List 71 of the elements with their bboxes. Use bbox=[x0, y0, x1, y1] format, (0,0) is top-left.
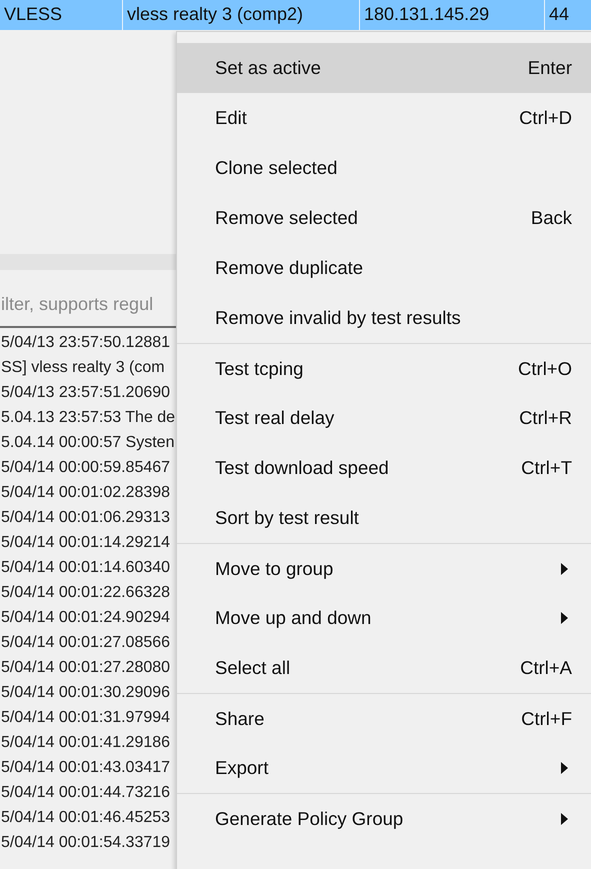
menu-item[interactable]: Move to group bbox=[177, 543, 591, 593]
menu-item[interactable]: Select all Ctrl+A bbox=[177, 643, 591, 693]
menu-item-label: Remove duplicate bbox=[215, 256, 364, 280]
log-line: SS] vless realty 3 (com bbox=[0, 358, 166, 378]
shortcut-label: Back bbox=[530, 206, 572, 230]
log-line: 5/04/14 00:01:43.03417 bbox=[0, 758, 172, 778]
menu-item-label: Test download speed bbox=[215, 456, 389, 480]
menu-item-label: Move up and down bbox=[215, 606, 372, 630]
menu-item-label: Set as active bbox=[215, 56, 321, 80]
log-line: 5/04/14 00:01:27.28080 bbox=[0, 658, 172, 678]
menu-item-label: Test tcping bbox=[215, 356, 304, 381]
table-cell: 180.131.145.29 bbox=[360, 0, 545, 30]
menu-item[interactable]: Test download speed Ctrl+T bbox=[177, 443, 591, 493]
log-line: 5/04/14 00:01:22.66328 bbox=[0, 583, 172, 603]
menu-item-label: Clone selected bbox=[215, 156, 338, 180]
log-line: 5/04/14 00:01:41.29186 bbox=[0, 733, 172, 753]
shortcut-label: Ctrl+A bbox=[520, 656, 572, 680]
submenu-arrow-icon bbox=[560, 761, 569, 775]
shortcut-label: Ctrl+D bbox=[519, 106, 572, 130]
log-line: 5/04/14 00:01:30.29096 bbox=[0, 683, 172, 703]
menu-item[interactable]: Move up and down bbox=[177, 593, 591, 643]
menu-item-label: Test real delay bbox=[215, 406, 334, 430]
splitter-bar[interactable] bbox=[0, 254, 176, 270]
menu-item[interactable]: Export bbox=[177, 743, 591, 793]
menu-item[interactable]: Remove selected Back bbox=[177, 193, 591, 243]
menu-item[interactable]: Set as active Enter bbox=[177, 43, 591, 93]
menu-item-label: Edit bbox=[215, 106, 247, 130]
table-cell: VLESS bbox=[0, 0, 123, 30]
log-line: 5/04/14 00:01:02.28398 bbox=[0, 483, 172, 503]
filter-field[interactable]: ilter, supports regul bbox=[0, 291, 176, 318]
menu-item[interactable]: Test real delay Ctrl+R bbox=[177, 393, 591, 443]
menu-item-label: Generate Policy Group bbox=[215, 806, 404, 831]
submenu-arrow-icon bbox=[560, 611, 569, 625]
menu-item[interactable]: Test tcping Ctrl+O bbox=[177, 343, 591, 393]
log-line: 5/04/14 00:01:14.60340 bbox=[0, 558, 172, 578]
menu-item[interactable]: Remove invalid by test results bbox=[177, 293, 591, 343]
menu-item-label: Select all bbox=[215, 656, 290, 680]
menu-item[interactable]: Share Ctrl+F bbox=[177, 693, 591, 743]
log-line: 5/04/13 23:57:50.12881 bbox=[0, 333, 172, 353]
menu-item-label: Sort by test result bbox=[215, 506, 359, 530]
menu-item-label: Move to group bbox=[215, 556, 334, 581]
menu-item-label: Remove invalid by test results bbox=[215, 306, 461, 330]
log-line: 5/04/14 00:01:06.29313 bbox=[0, 508, 172, 528]
log-line: 5.04.14 00:00:57 Systen bbox=[0, 433, 176, 453]
menu-item[interactable]: Sort by test result bbox=[177, 493, 591, 543]
shortcut-label: Enter bbox=[528, 56, 572, 80]
log-line: 5/04/14 00:01:46.45253 bbox=[0, 808, 172, 828]
menu-item[interactable]: Clone selected bbox=[177, 143, 591, 193]
log-line: 5/04/13 23:57:51.20690 bbox=[0, 383, 172, 403]
shortcut-label: Ctrl+T bbox=[521, 456, 572, 480]
menu-item[interactable]: Edit Ctrl+D bbox=[177, 93, 591, 143]
log-line: 5.04.13 23:57:53 The de bbox=[0, 408, 176, 428]
log-line: 5/04/14 00:01:54.33719 bbox=[0, 833, 172, 853]
shortcut-label: Ctrl+F bbox=[521, 706, 572, 731]
menu-item-label: Remove selected bbox=[215, 206, 358, 230]
menu-item[interactable]: Remove duplicate bbox=[177, 243, 591, 293]
log-line: 5/04/14 00:00:59.85467 bbox=[0, 458, 172, 478]
shortcut-label: Ctrl+R bbox=[519, 406, 572, 430]
table-cell: vless realty 3 (comp2) bbox=[123, 0, 360, 30]
menu-item[interactable]: Generate Policy Group bbox=[177, 793, 591, 843]
submenu-arrow-icon bbox=[560, 562, 569, 576]
table-cell: 44 bbox=[545, 0, 591, 30]
log-line: 5/04/14 00:01:27.08566 bbox=[0, 633, 172, 653]
menu-item-label: Share bbox=[215, 706, 264, 731]
log-line: 5/04/14 00:01:31.97994 bbox=[0, 708, 172, 728]
log-line: 5/04/14 00:01:24.90294 bbox=[0, 608, 172, 628]
shortcut-label: Ctrl+O bbox=[518, 356, 572, 381]
log-line: 5/04/14 00:01:14.29214 bbox=[0, 533, 172, 553]
menu-item-label: Export bbox=[215, 756, 268, 780]
submenu-arrow-icon bbox=[560, 812, 569, 826]
log-line: 5/04/14 00:01:44.73216 bbox=[0, 783, 172, 803]
